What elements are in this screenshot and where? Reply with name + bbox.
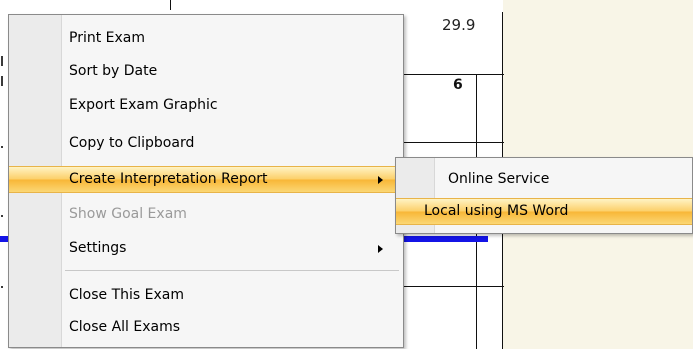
menu-item-label: Create Interpretation Report — [69, 171, 268, 187]
menu-item-local-using-ms-word[interactable]: Local using MS Word — [396, 198, 692, 225]
menu-item-online-service[interactable]: Online Service — [396, 166, 692, 193]
grid-line-horizontal — [402, 286, 504, 287]
menu-item-label: Online Service — [448, 171, 550, 187]
menu-item-label: Close This Exam — [69, 287, 184, 303]
menu-item-label: Show Goal Exam — [69, 206, 187, 222]
menu-item-show-goal-exam[interactable]: Show Goal Exam — [9, 201, 403, 228]
row-marker — [1, 76, 3, 86]
menu-item-label: Copy to Clipboard — [69, 135, 195, 151]
grid-line-horizontal — [402, 74, 504, 75]
row-marker — [1, 215, 3, 217]
menu-item-settings[interactable]: Settings — [9, 235, 403, 262]
menu-item-label: Settings — [69, 240, 127, 256]
context-menu: Print Exam Sort by Date Export Exam Grap… — [8, 14, 404, 348]
grid-line-horizontal — [402, 142, 504, 143]
menu-item-close-all-exams[interactable]: Close All Exams — [9, 314, 403, 341]
menu-item-print-exam[interactable]: Print Exam — [9, 25, 403, 52]
row-marker — [1, 146, 3, 148]
menu-item-sort-by-date[interactable]: Sort by Date — [9, 58, 403, 85]
menu-item-create-interpretation-report[interactable]: Create Interpretation Report — [9, 166, 403, 193]
menu-item-label: Sort by Date — [69, 63, 158, 79]
grid-line-vertical — [170, 0, 171, 10]
row-marker — [1, 286, 3, 288]
interpretation-report-submenu: Online Service Local using MS Word — [395, 157, 693, 234]
column-header: 6 — [453, 77, 463, 93]
row-marker — [1, 56, 3, 66]
menu-item-label: Print Exam — [69, 30, 146, 46]
menu-item-export-exam-graphic[interactable]: Export Exam Graphic — [9, 92, 403, 119]
menu-item-close-this-exam[interactable]: Close This Exam — [9, 282, 403, 309]
menu-item-label: Local using MS Word — [424, 203, 569, 219]
menu-item-copy-to-clipboard[interactable]: Copy to Clipboard — [9, 130, 403, 157]
submenu-arrow-icon — [378, 175, 383, 184]
menu-item-label: Close All Exams — [69, 319, 181, 335]
menu-separator — [65, 270, 399, 271]
readout-value: 29.9 — [442, 16, 476, 34]
menu-item-label: Export Exam Graphic — [69, 97, 218, 113]
submenu-arrow-icon — [378, 244, 383, 253]
